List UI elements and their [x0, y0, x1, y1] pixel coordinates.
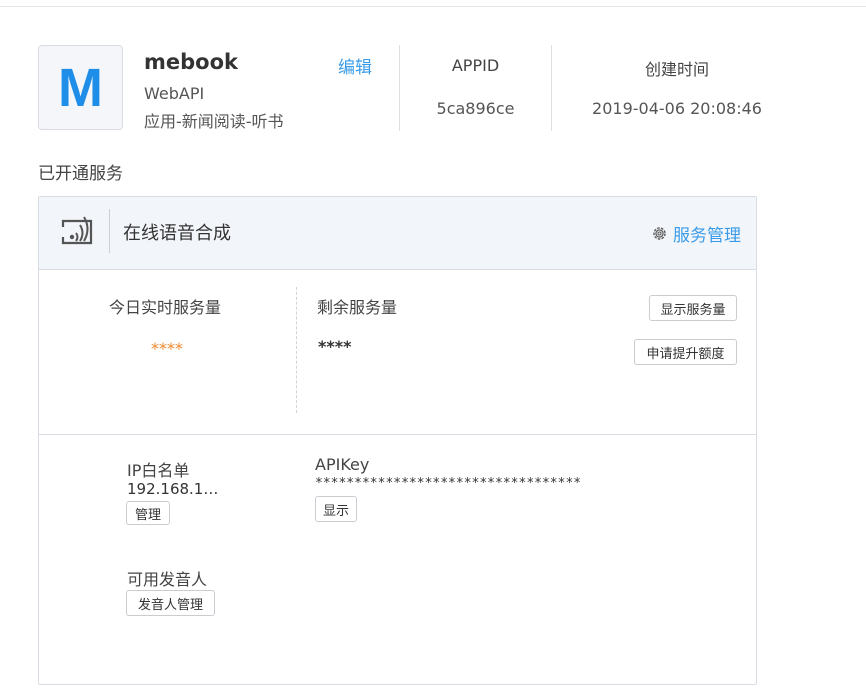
section-title-enabled-services: 已开通服务 [38, 164, 123, 184]
remaining-usage-value: **** [318, 337, 352, 356]
edit-app-link[interactable]: 编辑 [338, 53, 372, 78]
ip-whitelist-label: IP白名单 [127, 461, 190, 480]
manage-ip-whitelist-button[interactable]: 管理 [126, 501, 170, 525]
top-divider [0, 6, 866, 7]
appid-label: APPID [451, 56, 500, 75]
show-apikey-button[interactable]: 显示 [315, 496, 357, 522]
available-voices-label: 可用发音人 [127, 570, 208, 589]
card-divider [39, 434, 756, 435]
gear-icon [653, 227, 666, 240]
voice-broadcast-icon [61, 216, 93, 245]
app-category: 应用-新闻阅读-听书 [144, 112, 284, 131]
appid-value: 5ca896ce [436, 99, 515, 118]
service-manage-label: 服务管理 [673, 226, 741, 246]
created-time-label: 创建时间 [644, 60, 709, 79]
ip-whitelist-value: 192.168.1… [127, 480, 219, 498]
remaining-usage-label: 剩余服务量 [317, 298, 398, 317]
service-manage-link[interactable]: 服务管理 [651, 221, 741, 246]
app-type: WebAPI [144, 84, 205, 103]
request-quota-button[interactable]: 申请提升额度 [634, 339, 737, 365]
header-separator [109, 209, 110, 253]
service-name: 在线语音合成 [123, 223, 231, 244]
app-avatar: M [38, 45, 123, 130]
stats-divider [296, 287, 297, 413]
service-card-header: 在线语音合成 服务管理 [39, 197, 756, 270]
apikey-masked-value: ********************************** [315, 476, 582, 491]
show-usage-button[interactable]: 显示服务量 [649, 295, 737, 321]
apikey-label: APIKey [315, 455, 370, 474]
created-time-value: 2019-04-06 20:08:46 [592, 99, 762, 118]
service-card: 在线语音合成 服务管理 今日实时服务量 **** 剩余服务量 **** 显示服务… [38, 196, 757, 685]
today-usage-label: 今日实时服务量 [109, 298, 222, 317]
today-usage-value: **** [151, 339, 183, 358]
voices-manage-button[interactable]: 发音人管理 [126, 590, 215, 616]
app-name: mebook [144, 50, 238, 74]
